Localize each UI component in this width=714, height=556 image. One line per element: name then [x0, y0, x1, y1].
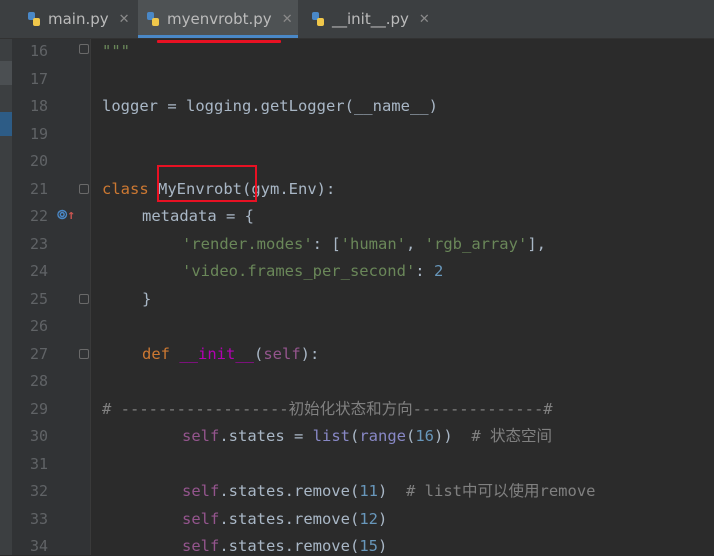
punct: ) [377, 482, 388, 500]
line-number: 21 [29, 180, 48, 198]
class-keyword: class [102, 180, 149, 198]
punct: )) [434, 427, 453, 445]
punct: } [142, 290, 152, 308]
line-number: 30 [29, 427, 48, 445]
logger-statement: logger = logging.getLogger(__name__) [102, 97, 438, 115]
python-file-icon [312, 12, 324, 26]
code-line-24[interactable]: 'video.frames_per_second': 2 [182, 261, 443, 281]
code-line-22[interactable]: metadata = { [142, 206, 254, 226]
annotation-underline [157, 40, 281, 43]
line-number: 19 [29, 125, 48, 143]
close-icon[interactable]: ✕ [419, 12, 430, 27]
line-number: 28 [29, 372, 48, 390]
code-line-25[interactable]: } [142, 289, 151, 309]
fold-marker-icon[interactable] [79, 184, 89, 194]
comment: # list中可以使用remove [406, 482, 596, 500]
line-number: 22 [29, 207, 48, 225]
tab-init-py[interactable]: __init__.py ✕ [310, 0, 430, 38]
method-call: .states.remove( [219, 537, 360, 555]
fold-marker-icon[interactable] [79, 349, 89, 359]
line-number: 34 [29, 537, 48, 555]
close-icon[interactable]: ✕ [119, 12, 130, 27]
fold-marker-icon[interactable] [79, 294, 89, 304]
code-line-29[interactable]: # ------------------初始化状态和方向------------… [102, 399, 553, 419]
line-number: 23 [29, 235, 48, 253]
code-line-16[interactable]: """ [102, 41, 130, 61]
number-literal: 11 [359, 482, 378, 500]
line-number: 27 [29, 345, 48, 363]
punct: ): [300, 345, 320, 363]
punct: ( [349, 427, 360, 445]
dict-key: 'video.frames_per_second' [182, 262, 416, 280]
tab-label: main.py [48, 10, 109, 28]
self-ref: self [182, 427, 220, 445]
editor-tab-bar: main.py ✕ myenvrobt.py ✕ __init__.py ✕ [0, 0, 714, 39]
tab-myenvrobt-py[interactable]: myenvrobt.py ✕ [138, 0, 298, 38]
strip-marker[interactable] [0, 61, 12, 85]
punct: ], [527, 235, 546, 253]
punct: ) [377, 510, 388, 528]
punct: ( [406, 427, 416, 445]
tab-label: myenvrobt.py [167, 10, 272, 28]
comment: # 状态空间 [471, 427, 553, 445]
punct: : [415, 262, 434, 280]
line-number: 29 [29, 400, 48, 418]
attr-assign: .states = [219, 427, 313, 445]
line-number: 18 [29, 97, 48, 115]
code-line-30[interactable]: self.states = list(range(16)) # 状态空间 [182, 426, 552, 446]
line-number: 26 [29, 317, 48, 335]
annotation-box [157, 165, 257, 202]
code-line-27[interactable]: def __init__(self): [142, 344, 319, 364]
code-line-18[interactable]: logger = logging.getLogger(__name__) [102, 96, 438, 116]
string-literal: 'human' [340, 235, 406, 253]
punct: ( [254, 345, 264, 363]
line-number: 17 [29, 70, 48, 88]
fold-marker-icon[interactable] [79, 44, 89, 54]
code-line-34[interactable]: self.states.remove(15) [182, 536, 387, 556]
close-icon[interactable]: ✕ [282, 12, 293, 27]
code-line-32[interactable]: self.states.remove(11) # list中可以使用remove [182, 481, 595, 501]
def-keyword: def [142, 345, 170, 363]
line-number: 16 [29, 42, 48, 60]
method-call: .states.remove( [219, 482, 360, 500]
self-ref: self [182, 482, 220, 500]
python-file-icon [28, 12, 40, 26]
line-number: 33 [29, 510, 48, 528]
builtin-list: list [312, 427, 350, 445]
number-literal: 15 [359, 537, 378, 555]
line-number: 25 [29, 290, 48, 308]
metadata-assign: metadata = { [142, 207, 254, 225]
line-number: 24 [29, 262, 48, 280]
self-ref: self [182, 510, 220, 528]
number-literal: 12 [359, 510, 378, 528]
punct: ) [377, 537, 388, 555]
self-param: self [263, 345, 301, 363]
override-method-icon[interactable]: ⦾↑ [57, 208, 75, 223]
string-literal: 'rgb_array' [424, 235, 528, 253]
comment: # ------------------初始化状态和方向------------… [102, 400, 553, 418]
docstring-end: """ [102, 42, 130, 60]
line-number: 32 [29, 482, 48, 500]
dict-key: 'render.modes' [182, 235, 313, 253]
code-line-33[interactable]: self.states.remove(12) [182, 509, 387, 529]
line-number: 20 [29, 152, 48, 170]
punct: : [ [312, 235, 341, 253]
tab-main-py[interactable]: main.py ✕ [26, 0, 130, 38]
function-name: __init__ [179, 345, 254, 363]
line-number: 31 [29, 455, 48, 473]
number-literal: 2 [433, 262, 444, 280]
python-file-icon [147, 12, 159, 26]
punct: , [405, 235, 425, 253]
code-line-23[interactable]: 'render.modes': ['human', 'rgb_array'], [182, 234, 546, 254]
left-tool-strip [0, 39, 12, 555]
builtin-range: range [359, 427, 406, 445]
number-literal: 16 [415, 427, 435, 445]
active-tab-indicator [138, 35, 298, 38]
method-call: .states.remove( [219, 510, 360, 528]
strip-marker-selected[interactable] [0, 112, 12, 136]
self-ref: self [182, 537, 220, 555]
tab-label: __init__.py [332, 10, 409, 28]
